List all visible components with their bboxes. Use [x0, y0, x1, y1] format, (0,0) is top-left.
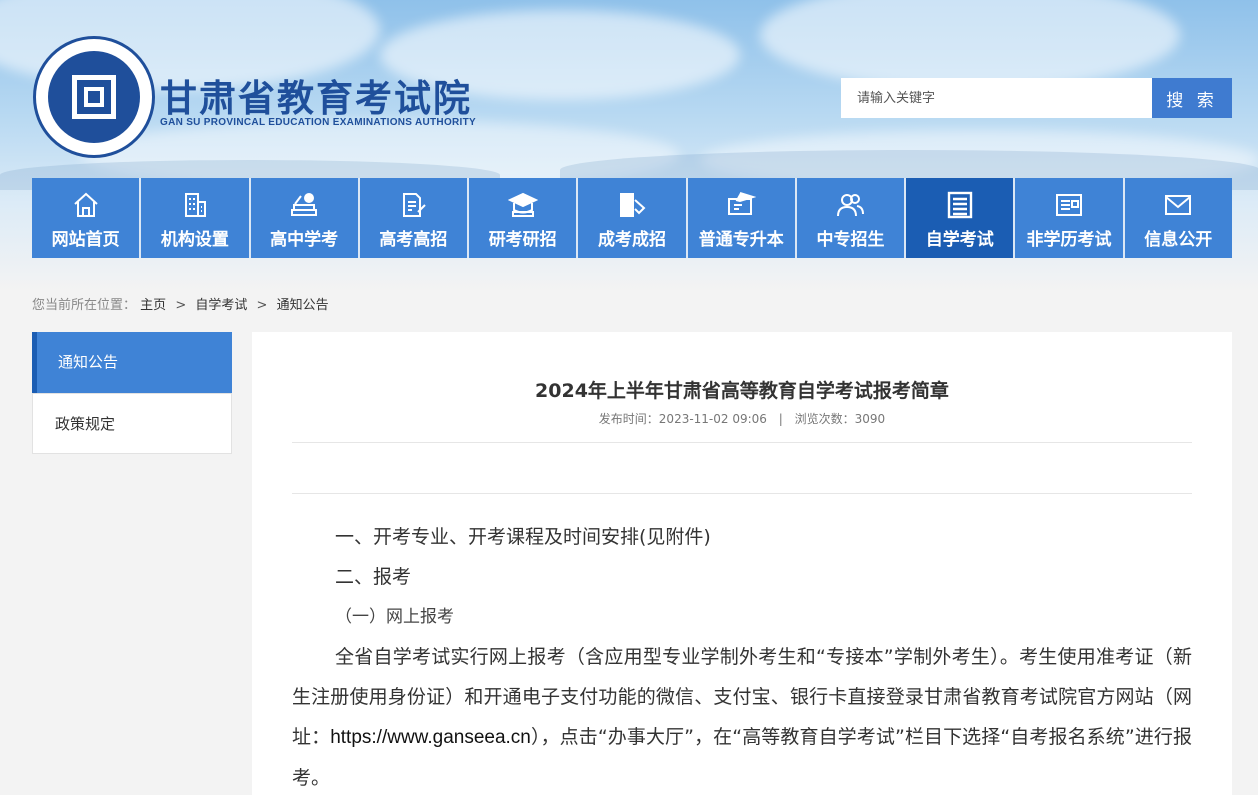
nav-item-self-study-exam[interactable]: 自学考试 — [906, 178, 1016, 258]
breadcrumb-home[interactable]: 主页 — [140, 298, 166, 313]
divider — [292, 493, 1192, 494]
nav-label: 成考成招 — [597, 230, 666, 250]
meta-divider: | — [778, 412, 783, 426]
sidebar-item-policies[interactable]: 政策规定 — [32, 393, 232, 454]
nav-label: 高中学考 — [270, 230, 339, 250]
breadcrumb: 您当前所在位置： 主页 > 自学考试 > 通知公告 — [32, 294, 329, 313]
breadcrumb-prefix: 您当前所在位置： — [32, 298, 137, 313]
nav-item-vocational[interactable]: 中专招生 — [797, 178, 907, 258]
nav-label: 研考研招 — [488, 230, 557, 250]
publish-time: 2023-11-02 09:06 — [658, 412, 767, 426]
sidebar-item-notices[interactable]: 通知公告 — [32, 332, 232, 393]
nav-label: 机构设置 — [160, 230, 229, 250]
nav-label: 普通专升本 — [698, 230, 784, 250]
nav-item-gaokao[interactable]: 高考高招 — [360, 178, 470, 258]
section-heading: 二、报考 — [335, 566, 412, 588]
search-input[interactable] — [841, 78, 1152, 118]
search-button[interactable]: 搜 索 — [1152, 78, 1232, 118]
breadcrumb-separator: > — [175, 298, 187, 313]
nav-item-info-disclosure[interactable]: 信息公开 — [1125, 178, 1232, 258]
breadcrumb-self-study[interactable]: 自学考试 — [195, 298, 247, 313]
website-url: https://www.ganseea.cn — [330, 727, 531, 748]
paragraph: 全省自学考试实行网上报考（含应用型专业学制外考生和“专接本”学制外考生）。考生使… — [292, 637, 1192, 795]
nav-label: 信息公开 — [1144, 230, 1213, 250]
article-meta: 发布时间：2023-11-02 09:06 | 浏览次数：3090 — [252, 410, 1232, 427]
breadcrumb-notice[interactable]: 通知公告 — [277, 298, 329, 313]
site-title[interactable]: 甘肃省教育考试院 — [160, 68, 472, 122]
nav-item-adult-exam[interactable]: 成考成招 — [578, 178, 688, 258]
home-icon — [73, 192, 98, 217]
site-subtitle: GAN SU PROVINCAL EDUCATION EXAMINATIONS … — [160, 117, 477, 128]
article-title: 2024年上半年甘肃省高等教育自学考试报考简章 — [535, 380, 949, 402]
nav-label: 非学历考试 — [1026, 230, 1112, 250]
nav-item-non-degree-exam[interactable]: 非学历考试 — [1015, 178, 1125, 258]
nav-label: 中专招生 — [816, 230, 885, 250]
document-list-icon — [947, 191, 972, 219]
section-heading: 一、开考专业、开考课程及时间安排(见附件) — [335, 526, 711, 548]
nav-label: 自学考试 — [925, 230, 994, 250]
monitor-cap-icon — [728, 192, 757, 215]
breadcrumb-separator: > — [256, 298, 268, 313]
book-pencil-icon — [619, 193, 646, 217]
nav-item-postgraduate[interactable]: 研考研招 — [469, 178, 579, 258]
users-icon — [837, 194, 865, 217]
pen-paper-icon — [403, 193, 427, 217]
nav-item-upgrade-exam[interactable]: 普通专升本 — [688, 178, 797, 258]
nav-item-organization[interactable]: 机构设置 — [141, 178, 251, 258]
article-panel: 2024年上半年甘肃省高等教育自学考试报考简章 发布时间：2023-11-02 … — [252, 332, 1232, 795]
main-nav: 网站首页 机构设置 高中学考 高考高招 研考研招 成考成招 普通专升本 中专招生… — [32, 178, 1232, 258]
view-count-label: 浏览次数： — [794, 412, 855, 426]
nav-label: 高考高招 — [379, 230, 448, 250]
seal-logo-icon[interactable] — [33, 36, 155, 158]
publish-time-label: 发布时间： — [598, 412, 659, 426]
article-content: 一、开考专业、开考课程及时间安排(见附件) 二、报考 （一）网上报考 全省自学考… — [292, 517, 1192, 795]
building-icon — [184, 193, 206, 217]
books-icon — [291, 193, 318, 216]
mail-icon — [1165, 195, 1192, 215]
subsection-heading: （一）网上报考 — [335, 607, 454, 627]
view-count: 3090 — [854, 412, 886, 426]
nav-item-high-school-exam[interactable]: 高中学考 — [251, 178, 360, 258]
graduation-cap-icon — [507, 192, 538, 217]
nav-item-home[interactable]: 网站首页 — [32, 178, 142, 258]
divider — [292, 442, 1192, 443]
nav-label: 网站首页 — [51, 230, 120, 250]
sidebar: 通知公告 政策规定 — [32, 332, 232, 454]
id-card-icon — [1056, 194, 1083, 216]
